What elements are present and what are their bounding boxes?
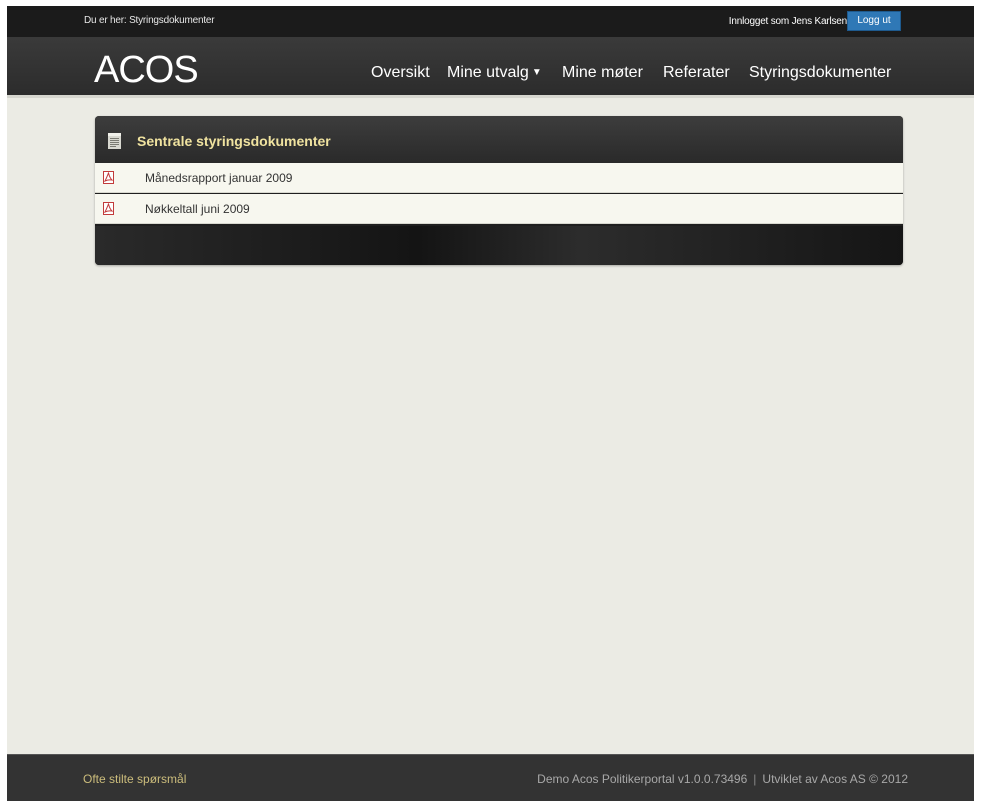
breadcrumb: Du er her: Styringsdokumenter [84,15,215,26]
nav-item-styringsdokumenter[interactable]: Styringsdokumenter [749,64,891,82]
site-header: ACOS Oversikt Mine utvalg ▼ Mine møter Re… [7,38,974,98]
documents-panel: Sentrale styringsdokumenter Månedsrappor… [95,116,903,265]
nav-item-label: Oversikt [371,64,430,81]
breadcrumb-prefix: Du er her: [84,15,127,26]
nav-item-mine-moter[interactable]: Mine møter [562,64,643,82]
nav-item-label: Styringsdokumenter [749,64,892,81]
logout-button[interactable]: Logg ut [847,11,901,31]
main-navigation: Oversikt Mine utvalg ▼ Mine møter Referat… [7,64,974,88]
nav-item-mine-utvalg[interactable]: Mine utvalg ▼ [447,64,542,82]
nav-item-label: Mine utvalg [447,64,529,81]
document-icon [108,133,121,149]
top-utility-bar: Du er her: Styringsdokumenter Innlogget … [7,6,974,38]
faq-link[interactable]: Ofte stilte spørsmål [83,772,186,786]
site-footer: Ofte stilte spørsmål Demo Acos Politiker… [7,754,974,801]
document-row[interactable]: Månedsrapport januar 2009 [95,163,903,193]
panel-title: Sentrale styringsdokumenter [137,133,331,149]
nav-item-oversikt[interactable]: Oversikt [371,64,430,82]
version-text: Demo Acos Politikerportal v1.0.0.73496 [537,772,748,786]
footer-separator: | [753,772,757,786]
nav-item-referater[interactable]: Referater [663,64,730,82]
document-row[interactable]: Nøkkeltall juni 2009 [95,194,903,224]
nav-item-label: Mine møter [562,64,643,81]
logged-in-user: Innlogget som Jens Karlsen [728,16,847,27]
footer-info: Demo Acos Politikerportal v1.0.0.73496 | U… [537,772,908,786]
breadcrumb-current[interactable]: Styringsdokumenter [129,15,215,26]
credit-text: Utviklet av Acos AS © 2012 [762,772,908,786]
pdf-icon [103,171,114,184]
nav-item-label: Referater [663,64,730,81]
document-link[interactable]: Nøkkeltall juni 2009 [145,202,250,216]
caret-down-icon: ▼ [531,67,542,78]
panel-header: Sentrale styringsdokumenter [95,116,903,163]
page-frame: Du er her: Styringsdokumenter Innlogget … [7,6,974,801]
pdf-icon [103,202,114,215]
document-link[interactable]: Månedsrapport januar 2009 [145,171,292,185]
panel-footer [95,226,903,265]
